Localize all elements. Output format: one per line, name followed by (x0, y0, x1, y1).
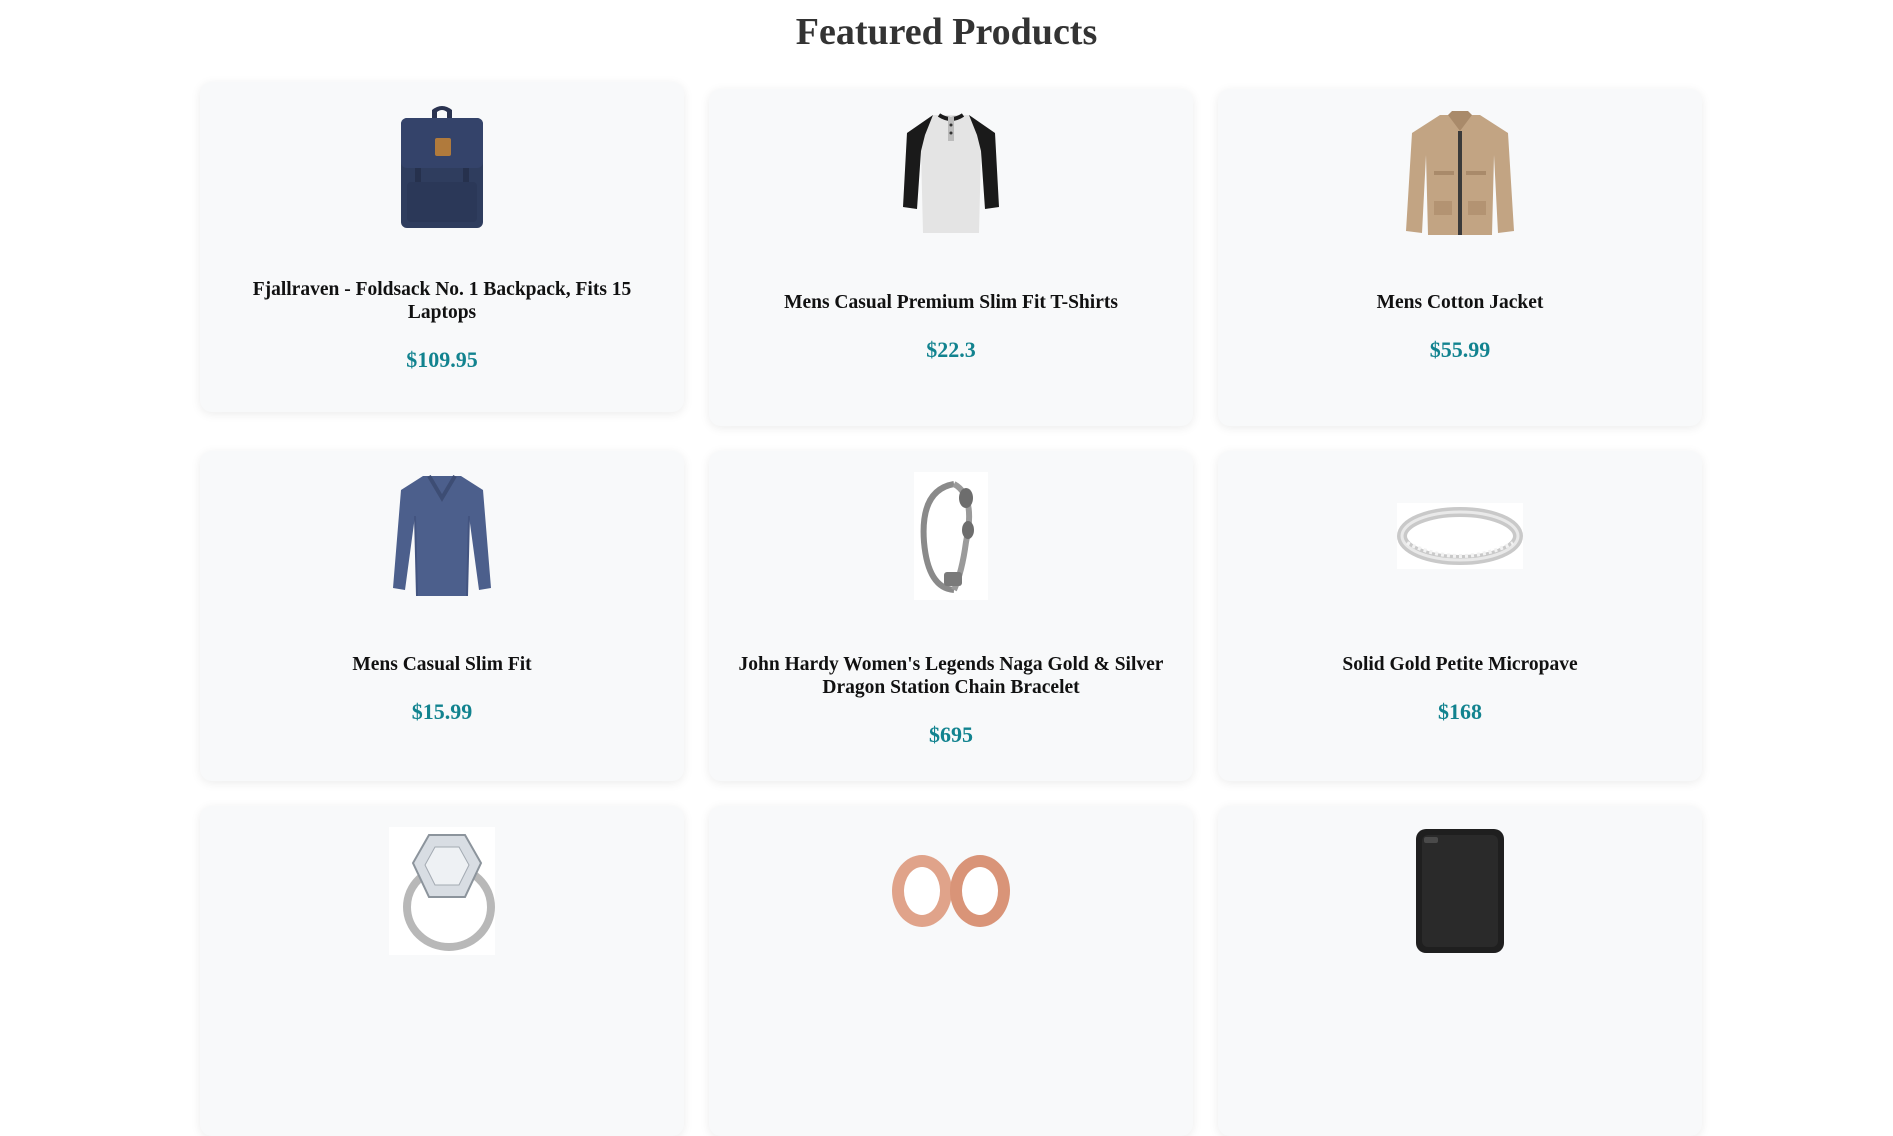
product-image[interactable] (733, 109, 1169, 239)
product-image[interactable] (224, 826, 660, 956)
product-card[interactable]: John Hardy Women's Legends Naga Gold & S… (709, 451, 1193, 781)
product-price: $15.99 (411, 699, 473, 724)
product-card[interactable]: Solid Gold Petite Micropave $168 (1218, 451, 1702, 781)
page-title: Featured Products (795, 11, 1098, 53)
longsleeve-icon (393, 474, 491, 597)
product-card[interactable] (709, 806, 1193, 1136)
rose-gold-plugs-icon (892, 855, 1010, 927)
product-price: $168 (1438, 699, 1482, 724)
product-grid: Fjallraven - Foldsack No. 1 Backpack, Fi… (200, 82, 1702, 1136)
product-card[interactable]: Fjallraven - Foldsack No. 1 Backpack, Fi… (200, 82, 684, 412)
product-price: $695 (929, 722, 973, 747)
product-image[interactable] (1242, 109, 1678, 239)
product-name[interactable]: Fjallraven - Foldsack No. 1 Backpack, Fi… (224, 278, 660, 324)
product-card[interactable]: Mens Cotton Jacket $55.99 (1218, 89, 1702, 426)
product-image[interactable] (224, 471, 660, 601)
product-image[interactable] (1242, 471, 1678, 601)
backpack-icon (401, 106, 483, 228)
product-image[interactable] (1242, 826, 1678, 956)
product-card[interactable] (1218, 806, 1702, 1136)
tshirt-icon (903, 113, 999, 233)
hard-drive-icon (1416, 829, 1504, 953)
product-name[interactable]: Mens Casual Slim Fit (352, 653, 531, 676)
jacket-icon (1406, 111, 1514, 235)
product-name[interactable]: John Hardy Women's Legends Naga Gold & S… (733, 653, 1169, 699)
product-price: $109.95 (406, 347, 478, 372)
product-price: $22.3 (926, 337, 976, 362)
product-card[interactable] (200, 806, 684, 1136)
product-name[interactable]: Solid Gold Petite Micropave (1342, 653, 1577, 676)
ring-icon (1397, 503, 1523, 569)
product-price: $55.99 (1429, 337, 1491, 362)
product-card[interactable]: Mens Casual Premium Slim Fit T-Shirts $2… (709, 89, 1193, 426)
product-name[interactable]: Mens Casual Premium Slim Fit T-Shirts (784, 291, 1118, 314)
product-card[interactable]: Mens Casual Slim Fit $15.99 (200, 451, 684, 781)
product-name[interactable]: Mens Cotton Jacket (1377, 291, 1544, 314)
product-image[interactable] (733, 826, 1169, 956)
diamond-ring-icon (389, 827, 495, 955)
product-image[interactable] (733, 471, 1169, 601)
bracelet-icon (914, 472, 988, 600)
product-image[interactable] (224, 102, 660, 232)
